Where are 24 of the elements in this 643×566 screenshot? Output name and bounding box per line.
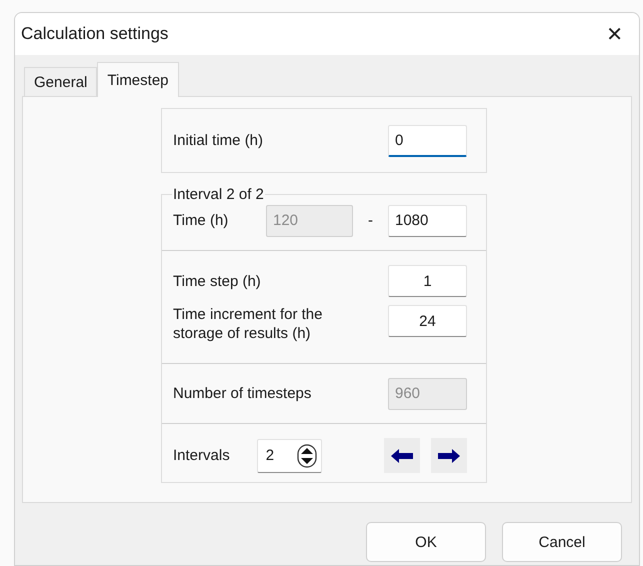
close-button[interactable]: ✕ xyxy=(600,20,629,48)
window-title: Calculation settings xyxy=(21,24,168,44)
spinner-icon xyxy=(296,444,317,468)
arrow-left-icon xyxy=(391,448,413,462)
range-separator: - xyxy=(368,212,373,229)
field-label: Time (h) xyxy=(173,211,228,230)
dialog-button[interactable]: OK xyxy=(366,522,486,562)
field-label: Time increment for the storage of results (h) xyxy=(173,305,324,343)
group-title: Interval 2 of 2 xyxy=(172,186,265,203)
dialog-button[interactable]: Cancel xyxy=(502,522,622,562)
next-button[interactable] xyxy=(431,438,467,473)
previous-button[interactable] xyxy=(384,438,420,473)
spin-field[interactable]: 2 xyxy=(256,438,322,472)
field-label: Number of timesteps xyxy=(173,384,312,403)
input-field[interactable]: 1080 xyxy=(388,204,467,236)
input-field[interactable]: 24 xyxy=(388,305,467,337)
field-label: Intervals xyxy=(173,446,230,465)
input-field[interactable]: 0 xyxy=(388,124,467,156)
field-label: Initial time (h) xyxy=(173,131,264,150)
tab[interactable]: General xyxy=(24,67,98,96)
field-label: Time step (h) xyxy=(173,272,261,290)
arrow-right-icon xyxy=(438,448,460,462)
input-field[interactable]: 1 xyxy=(388,265,467,297)
tab[interactable]: Timestep xyxy=(97,62,179,97)
